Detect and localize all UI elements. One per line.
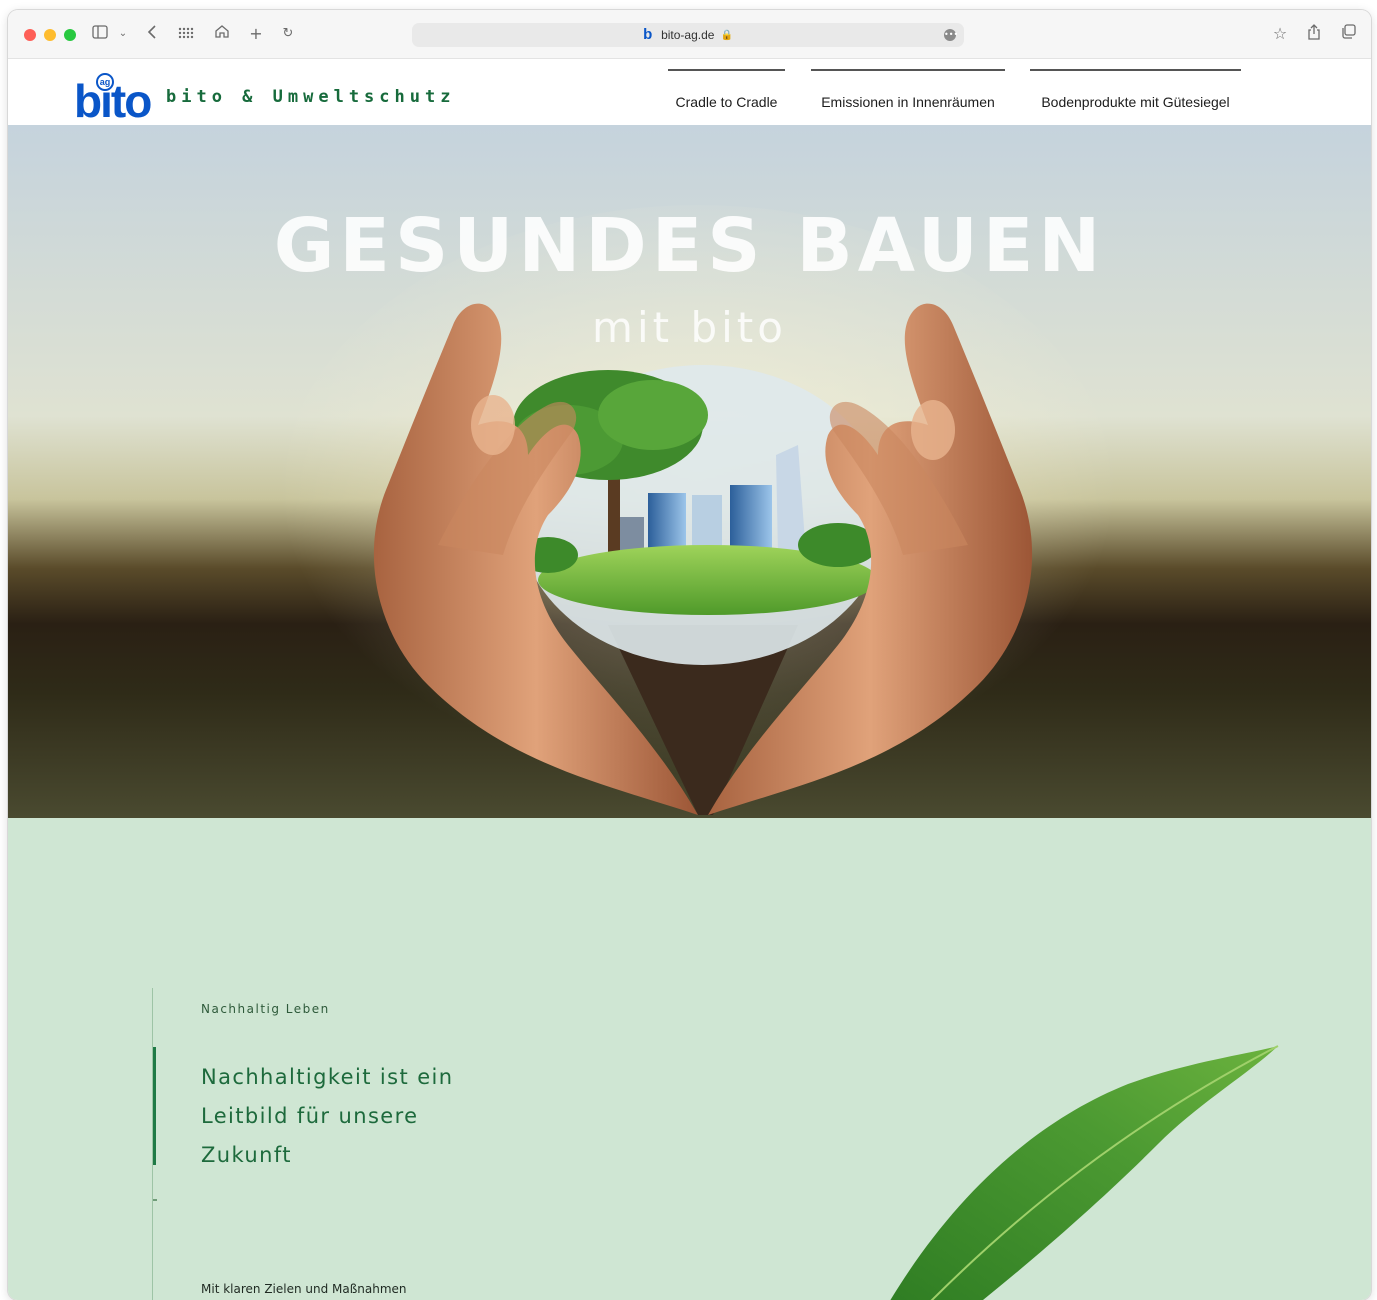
bito-logo[interactable]: bito ag	[74, 69, 156, 121]
zoom-window-button[interactable]	[64, 29, 76, 41]
star-icon[interactable]: ☆	[1270, 24, 1290, 44]
hero-subtitle: mit bito	[592, 303, 787, 352]
window-controls	[24, 29, 76, 41]
sidebar-icon[interactable]	[90, 24, 110, 44]
nav-cradle-to-cradle[interactable]: Cradle to Cradle	[668, 69, 785, 125]
browser-window: ⌄ + ↻ b bito-ag.de 🔒 ••• ☆ bito ag bito …	[8, 10, 1371, 1300]
sustainability-section: Nachhaltig Leben Nachhaltigkeit ist ein …	[8, 818, 1371, 1300]
section-eyebrow: Nachhaltig Leben	[201, 1002, 330, 1016]
page-menu-icon[interactable]: •••	[944, 29, 958, 41]
logo-badge: ag	[100, 77, 111, 87]
plus-icon[interactable]: +	[248, 24, 264, 44]
section-body: Mit klaren Zielen und Maßnahmen	[201, 1282, 407, 1296]
tabs-icon[interactable]	[1338, 24, 1358, 44]
brand-name: bito & Umweltschutz	[166, 87, 456, 107]
favicon-icon: b	[643, 26, 653, 43]
headline-accent-bar	[153, 1047, 156, 1165]
home-icon[interactable]	[212, 24, 232, 44]
share-icon[interactable]	[1304, 24, 1324, 44]
lock-icon: 🔒	[720, 29, 733, 41]
url-text: bito-ag.de	[661, 28, 715, 42]
reload-icon[interactable]: ↻	[280, 24, 296, 44]
close-window-button[interactable]	[24, 29, 36, 41]
hero-banner: GESUNDES BAUEN mit bito	[8, 125, 1371, 818]
address-bar[interactable]: b bito-ag.de 🔒 •••	[412, 23, 964, 47]
back-icon[interactable]	[144, 24, 160, 44]
leaf-image	[890, 1045, 1279, 1300]
site-header: bito ag bito & Umweltschutz Cradle to Cr…	[8, 59, 1371, 125]
nav-label: Emissionen in Innenräumen	[821, 94, 995, 110]
divider-tick	[153, 1199, 157, 1201]
nav-label: Bodenprodukte mit Gütesiegel	[1041, 94, 1230, 110]
nav-bodenprodukte[interactable]: Bodenprodukte mit Gütesiegel	[1030, 69, 1241, 125]
nav-emissionen[interactable]: Emissionen in Innenräumen	[811, 69, 1005, 125]
chevron-down-icon[interactable]: ⌄	[116, 24, 130, 44]
browser-toolbar: ⌄ + ↻ b bito-ag.de 🔒 ••• ☆	[8, 10, 1371, 59]
grid-icon[interactable]	[176, 24, 196, 44]
minimize-window-button[interactable]	[44, 29, 56, 41]
nav-label: Cradle to Cradle	[675, 94, 778, 110]
hero-title: GESUNDES BAUEN	[273, 203, 1106, 289]
section-headline: Nachhaltigkeit ist ein Leitbild für unse…	[201, 1065, 454, 1167]
